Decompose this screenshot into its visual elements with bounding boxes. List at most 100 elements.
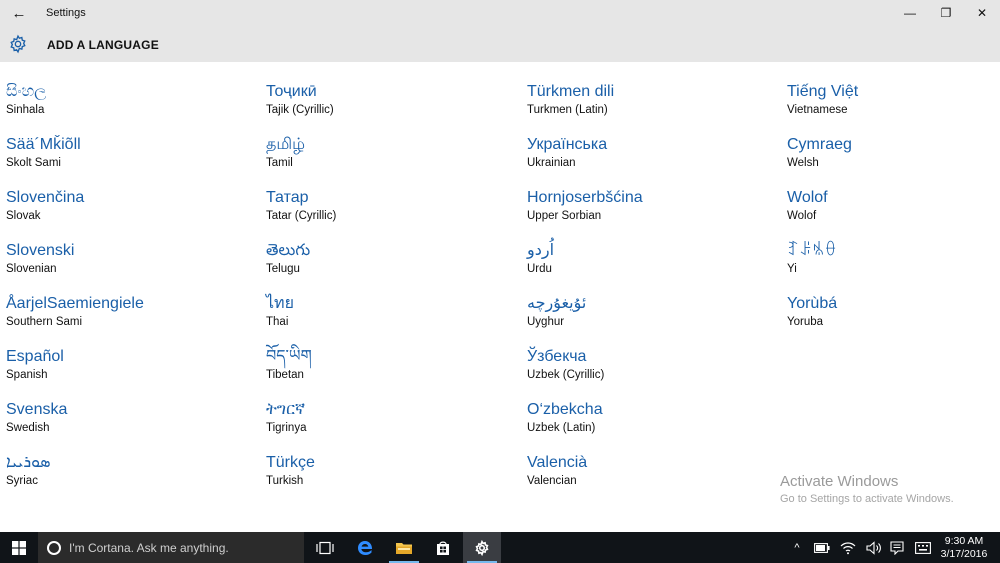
language-english-name: Uzbek (Cyrillic) xyxy=(527,369,605,381)
task-view-button[interactable] xyxy=(306,532,344,563)
language-item[interactable]: Español Spanish xyxy=(6,347,256,382)
language-english-name: Yoruba xyxy=(787,316,824,328)
language-native-name: ܣܘܪܝܝܐ xyxy=(6,454,51,471)
cortana-search-box[interactable]: I'm Cortana. Ask me anything. xyxy=(38,532,304,563)
language-item[interactable]: සිංහල Sinhala xyxy=(6,82,256,117)
input-indicator-button[interactable] xyxy=(910,532,936,563)
language-item[interactable]: Українська Ukrainian xyxy=(527,135,777,170)
language-item[interactable]: Татар Tatar (Cyrillic) xyxy=(266,188,516,223)
language-english-name: Wolof xyxy=(787,210,817,222)
language-item[interactable]: ÅarjelSaemiengiele Southern Sami xyxy=(6,294,256,329)
language-english-name: Upper Sorbian xyxy=(527,210,602,222)
back-arrow-icon: ← xyxy=(11,4,27,22)
language-native-name: اُردو xyxy=(527,242,555,259)
network-button[interactable] xyxy=(836,532,860,563)
language-english-name: Syriac xyxy=(6,475,38,487)
keyboard-icon xyxy=(915,541,931,554)
language-item[interactable]: Türkmen dili Turkmen (Latin) xyxy=(527,82,777,117)
language-item[interactable]: Tiếng Việt Vietnamese xyxy=(787,82,987,117)
volume-button[interactable] xyxy=(862,532,886,563)
task-view-icon xyxy=(316,541,334,554)
windows-logo-icon xyxy=(12,540,26,555)
language-native-name: Svenska xyxy=(6,401,68,418)
language-native-name: ไทย xyxy=(266,295,294,312)
maximize-button[interactable]: ❐ xyxy=(928,0,964,26)
language-item[interactable]: Cymraeg Welsh xyxy=(787,135,987,170)
language-native-name: Türkçe xyxy=(266,454,315,471)
language-english-name: Slovak xyxy=(6,210,41,222)
edge-button[interactable] xyxy=(346,532,384,563)
language-item[interactable]: اُردو Urdu xyxy=(527,241,777,276)
store-button[interactable] xyxy=(424,532,462,563)
language-native-name: O‘zbekcha xyxy=(527,401,603,418)
language-item[interactable]: தமிழ் Tamil xyxy=(266,135,516,170)
back-button[interactable]: ← xyxy=(4,0,34,26)
notification-icon xyxy=(890,540,904,555)
language-item[interactable]: བོད་ཡིག Tibetan xyxy=(266,347,516,382)
action-center-button[interactable] xyxy=(886,532,908,563)
settings-button[interactable] xyxy=(463,532,501,563)
language-native-name: ئۇيغۇرچە xyxy=(527,295,587,312)
language-native-name: ትግርኛ xyxy=(266,401,306,418)
language-english-name: Tamil xyxy=(266,157,293,169)
language-english-name: Valencian xyxy=(527,475,577,487)
language-item[interactable]: ትግርኛ Tigrinya xyxy=(266,400,516,435)
file-explorer-button[interactable] xyxy=(385,532,423,563)
language-native-name: Українська xyxy=(527,136,608,153)
language-english-name: Welsh xyxy=(787,157,819,169)
language-native-name: Тоҷикӣ xyxy=(266,83,317,100)
language-english-name: Tigrinya xyxy=(266,422,307,434)
start-button[interactable] xyxy=(0,532,38,563)
battery-button[interactable] xyxy=(810,532,834,563)
language-item[interactable]: Тоҷикӣ Tajik (Cyrillic) xyxy=(266,82,516,117)
settings-window: ← Settings — ❐ ✕ ADD A LANGUAGE සිංහල Si… xyxy=(0,0,1000,563)
language-english-name: Tatar (Cyrillic) xyxy=(266,210,337,222)
language-item[interactable]: ܣܘܪܝܝܐ Syriac xyxy=(6,453,256,488)
language-native-name: Español xyxy=(6,348,64,365)
language-english-name: Southern Sami xyxy=(6,316,83,328)
language-item[interactable]: Slovenčina Slovak xyxy=(6,188,256,223)
language-item[interactable]: Valencià Valencian xyxy=(527,453,777,488)
language-native-name: සිංහල xyxy=(6,83,47,100)
language-native-name: Valencià xyxy=(527,454,588,471)
language-native-name: Tiếng Việt xyxy=(787,83,859,100)
taskbar: I'm Cortana. Ask me anything. ^ 9:30 AM … xyxy=(0,532,1000,563)
language-english-name: Swedish xyxy=(6,422,50,434)
clock-date: 3/17/2016 xyxy=(940,548,988,560)
language-native-name: Татар xyxy=(266,189,309,206)
language-english-name: Spanish xyxy=(6,369,48,381)
language-native-name: Slovenčina xyxy=(6,189,85,206)
language-item[interactable]: Yorùbá Yoruba xyxy=(787,294,987,329)
language-native-name: ꆈꌠꁱꂷ xyxy=(787,242,837,259)
language-english-name: Uzbek (Latin) xyxy=(527,422,596,434)
close-icon: ✕ xyxy=(976,6,988,20)
close-button[interactable]: ✕ xyxy=(964,0,1000,26)
language-item[interactable]: ไทย Thai xyxy=(266,294,516,329)
language-english-name: Vietnamese xyxy=(787,104,848,116)
language-item[interactable]: Slovenski Slovenian xyxy=(6,241,256,276)
language-native-name: Hornjoserbšćina xyxy=(527,189,643,206)
cortana-icon xyxy=(47,540,61,555)
language-item[interactable]: తెలుగు Telugu xyxy=(266,241,516,276)
language-item[interactable]: ꆈꌠꁱꂷ Yi xyxy=(787,241,987,276)
language-item[interactable]: Wolof Wolof xyxy=(787,188,987,223)
show-hidden-icons-button[interactable]: ^ xyxy=(786,532,808,563)
language-native-name: Wolof xyxy=(787,189,828,206)
language-item[interactable]: O‘zbekcha Uzbek (Latin) xyxy=(527,400,777,435)
language-native-name: Slovenski xyxy=(6,242,75,259)
watermark-title: Activate Windows xyxy=(780,473,899,490)
language-item[interactable]: Ўзбекча Uzbek (Cyrillic) xyxy=(527,347,777,382)
window-controls: — ❐ ✕ xyxy=(892,0,1000,26)
cortana-placeholder: I'm Cortana. Ask me anything. xyxy=(69,540,229,555)
language-native-name: Türkmen dili xyxy=(527,83,615,100)
language-item[interactable]: Svenska Swedish xyxy=(6,400,256,435)
language-english-name: Sinhala xyxy=(6,104,45,116)
language-item[interactable]: ئۇيغۇرچە Uyghur xyxy=(527,294,777,329)
language-item[interactable]: Türkçe Turkish xyxy=(266,453,516,488)
taskbar-clock[interactable]: 9:30 AM 3/17/2016 xyxy=(938,535,990,561)
minimize-button[interactable]: — xyxy=(892,0,928,26)
store-icon xyxy=(437,541,449,555)
language-english-name: Urdu xyxy=(527,263,552,275)
language-item[interactable]: Hornjoserbšćina Upper Sorbian xyxy=(527,188,777,223)
language-item[interactable]: Sää´Mǩiõll Skolt Sami xyxy=(6,135,256,170)
